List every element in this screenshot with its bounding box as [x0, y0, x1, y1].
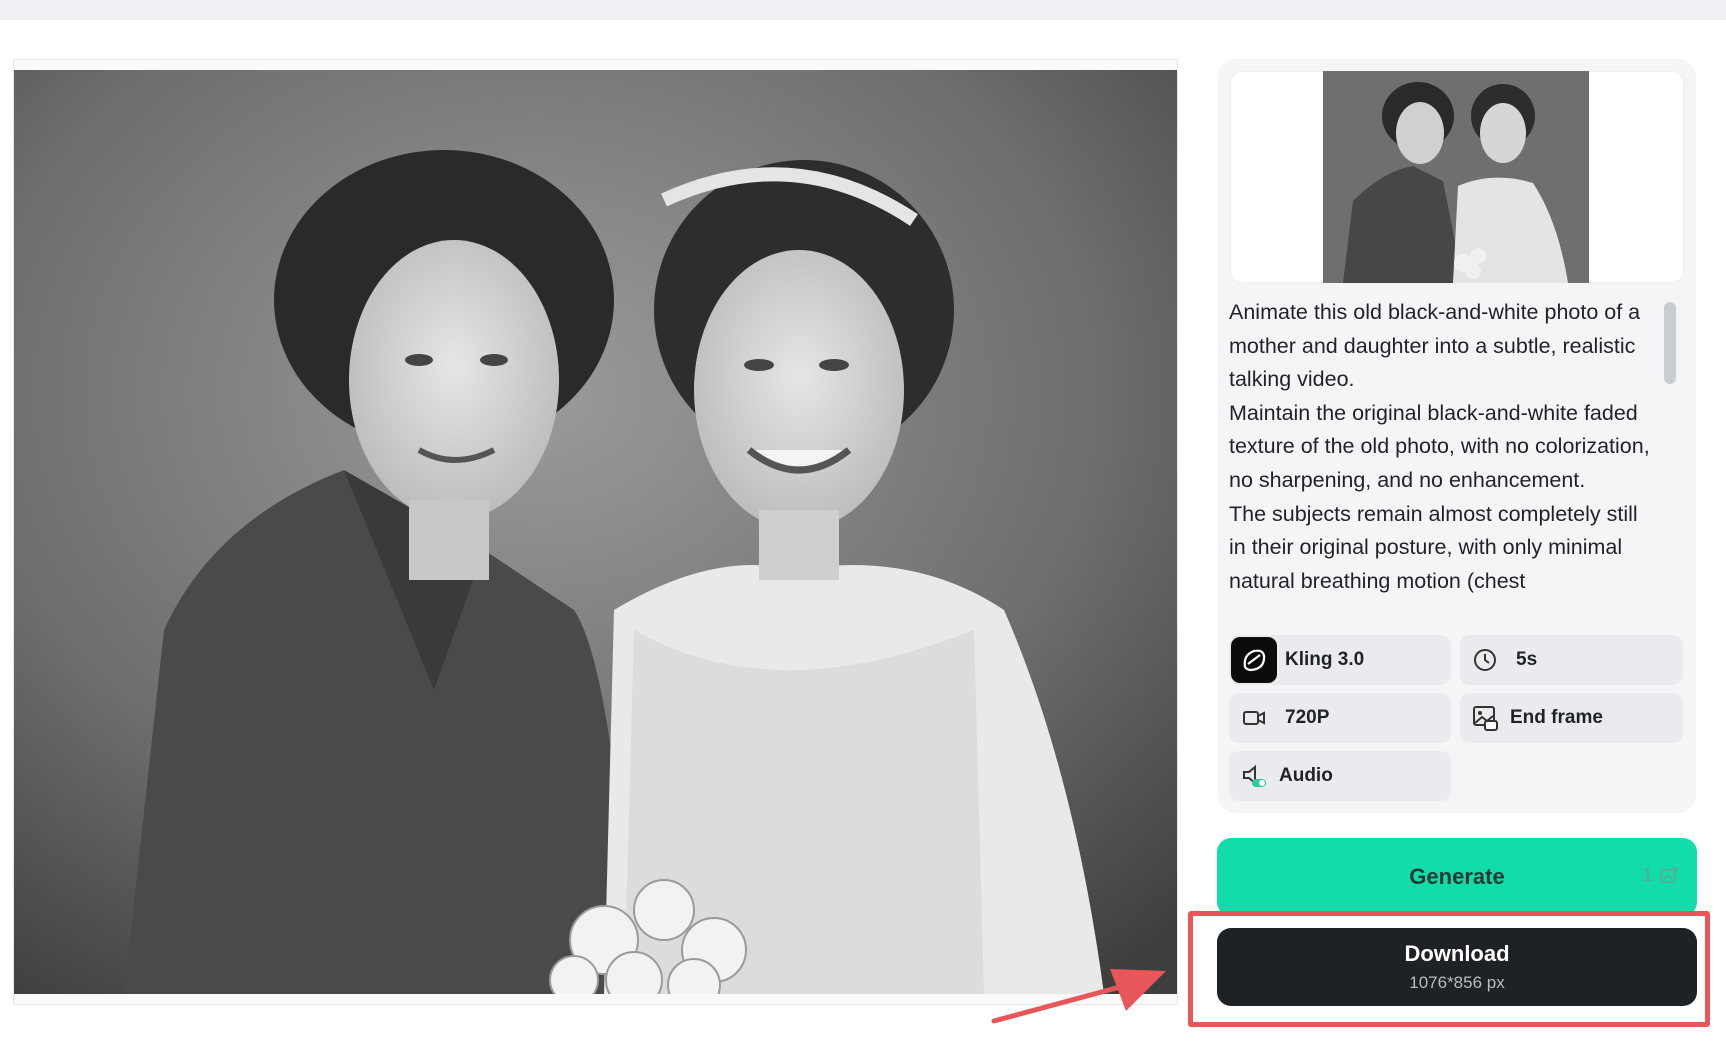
generate-button[interactable]: Generate 1 — [1217, 838, 1697, 916]
kling-logo-icon — [1231, 637, 1277, 683]
clock-icon — [1462, 637, 1508, 683]
audio-toggle-icon — [1231, 753, 1277, 799]
download-label: Download — [1404, 941, 1510, 966]
audio-toggle[interactable]: Audio — [1229, 751, 1451, 801]
top-bar — [0, 0, 1726, 20]
prompt-paragraph: Animate this old black-and-white photo o… — [1229, 300, 1641, 392]
image-frame-icon — [1462, 695, 1508, 741]
pointer-arrow-icon — [991, 969, 1166, 1024]
preview-image — [14, 70, 1177, 994]
credit-icon — [1660, 867, 1678, 883]
download-button[interactable]: Download 1076*856 px — [1217, 928, 1697, 1006]
prompt-paragraph: Maintain the original black-and-white fa… — [1229, 400, 1650, 492]
uploaded-image-thumbnail[interactable] — [1323, 71, 1589, 283]
prompt-scrollbar[interactable] — [1664, 302, 1676, 384]
end-frame-button[interactable]: End frame — [1460, 693, 1683, 743]
end-frame-label: End frame — [1510, 707, 1603, 728]
credit-cost: 1 — [1642, 865, 1679, 887]
model-selector[interactable]: Kling 3.0 — [1229, 635, 1451, 685]
video-camera-icon — [1231, 695, 1277, 741]
credit-cost-value: 1 — [1642, 865, 1653, 886]
resolution-label: 720P — [1285, 707, 1330, 728]
resolution-selector[interactable]: 720P — [1229, 693, 1451, 743]
duration-selector[interactable]: 5s — [1460, 635, 1683, 685]
prompt-text[interactable]: Animate this old black-and-white photo o… — [1229, 296, 1653, 624]
duration-label: 5s — [1516, 649, 1538, 670]
generate-label: Generate — [1409, 864, 1505, 889]
audio-label: Audio — [1279, 765, 1333, 786]
download-size: 1076*856 px — [1409, 973, 1505, 992]
prompt-paragraph: The subjects remain almost completely st… — [1229, 501, 1638, 593]
model-label: Kling 3.0 — [1285, 649, 1365, 670]
